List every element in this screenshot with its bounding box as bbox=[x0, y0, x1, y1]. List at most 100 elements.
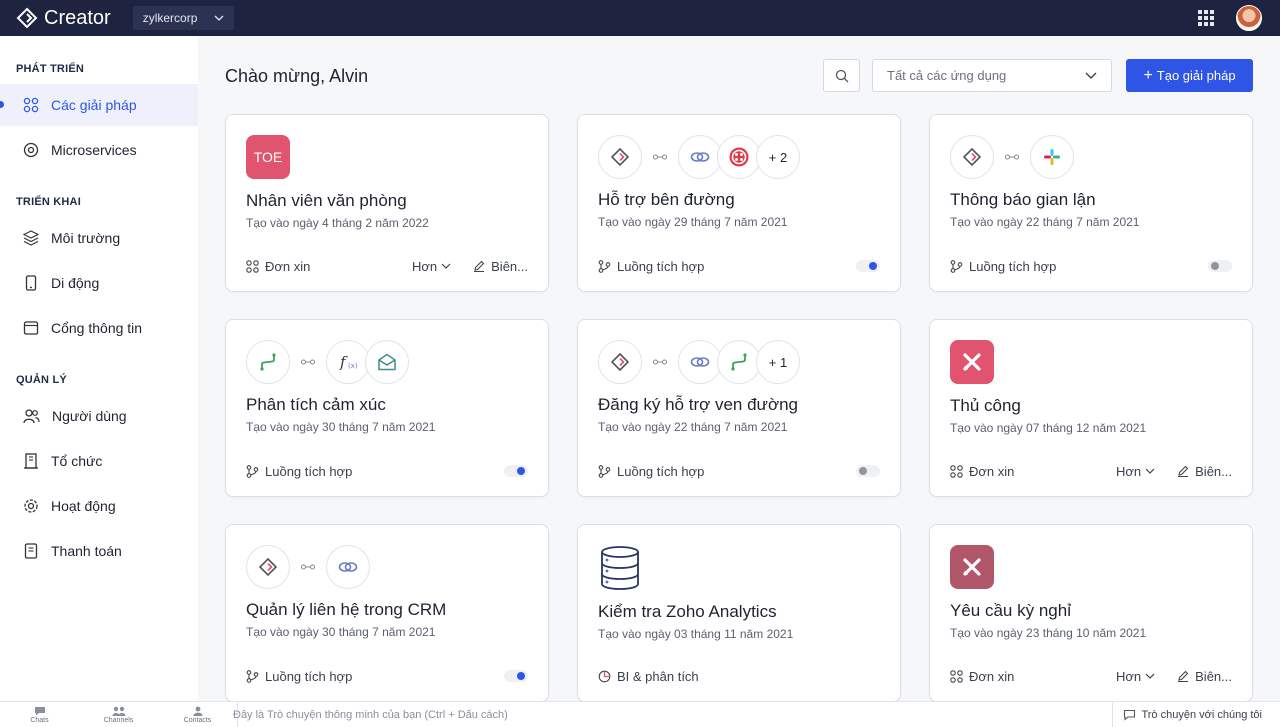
create-solution-label: Tạo giải pháp bbox=[1156, 68, 1236, 83]
sidebar-item-environment[interactable]: Môi trường bbox=[0, 217, 198, 259]
sidebar-item-users[interactable]: Người dùng bbox=[0, 395, 198, 437]
create-solution-button[interactable]: + Tạo giải pháp bbox=[1126, 59, 1253, 92]
sidebar-item-label: Microservices bbox=[51, 142, 137, 158]
more-button[interactable]: Hơn bbox=[412, 259, 451, 274]
creator-app-icon bbox=[598, 340, 642, 384]
edit-button[interactable]: Biên... bbox=[1177, 669, 1232, 684]
solution-card[interactable]: Kiểm tra Zoho Analytics Tạo vào ngày 03 … bbox=[577, 524, 901, 702]
chevron-down-icon bbox=[1145, 673, 1155, 679]
more-apps-count: + 2 bbox=[756, 135, 800, 179]
function-icon: f (x) bbox=[326, 340, 370, 384]
more-button[interactable]: Hơn bbox=[1116, 464, 1155, 479]
sidebar-item-mobile[interactable]: Di động bbox=[0, 262, 198, 304]
organization-icon bbox=[24, 453, 38, 469]
chat-icon bbox=[1124, 709, 1136, 721]
creator-app-icon bbox=[950, 135, 994, 179]
apps-grid-icon[interactable] bbox=[1198, 10, 1214, 26]
app-logo[interactable]: Creator bbox=[16, 7, 111, 30]
card-title: Hỗ trợ bên đường bbox=[598, 190, 735, 209]
channels-icon bbox=[112, 706, 125, 716]
sidebar-item-microservices[interactable]: Microservices bbox=[0, 129, 198, 171]
flow-icon bbox=[598, 259, 611, 273]
more-button[interactable]: Hơn bbox=[1116, 669, 1155, 684]
flow-route-icon bbox=[246, 340, 290, 384]
pencil-icon bbox=[1178, 465, 1189, 477]
sidebar-item-billing[interactable]: Thanh toán bbox=[0, 530, 198, 572]
contacts-button[interactable]: Contacts bbox=[158, 706, 237, 724]
tile-text: TOE bbox=[253, 149, 283, 165]
sidebar-item-organization[interactable]: Tổ chức bbox=[0, 440, 198, 482]
solution-card[interactable]: TOE Nhân viên văn phòng Tạo vào ngày 4 t… bbox=[225, 114, 549, 292]
card-type-label: Đơn xin bbox=[969, 668, 1015, 684]
environment-icon bbox=[23, 230, 39, 246]
integration-icon bbox=[326, 545, 370, 589]
chats-button[interactable]: Chats bbox=[0, 706, 79, 724]
contacts-label: Contacts bbox=[183, 716, 212, 724]
solution-card[interactable]: Thủ công Tạo vào ngày 07 tháng 12 năm 20… bbox=[929, 319, 1253, 497]
contact-icon bbox=[193, 706, 202, 716]
edit-button[interactable]: Biên... bbox=[1177, 464, 1232, 479]
pencil-icon bbox=[1178, 670, 1189, 682]
solution-card[interactable]: Yêu cầu kỳ nghỉ Tạo vào ngày 23 tháng 10… bbox=[929, 524, 1253, 702]
sidebar-item-label: Người dùng bbox=[52, 408, 127, 424]
sidebar-item-solutions[interactable]: Các giải pháp bbox=[0, 84, 198, 126]
app-filter-select[interactable]: Tất cả các ứng dụng bbox=[872, 59, 1112, 92]
sidebar-item-label: Môi trường bbox=[51, 230, 121, 246]
edit-label: Biên... bbox=[1195, 463, 1232, 479]
sidebar-item-portal[interactable]: Cổng thông tin bbox=[0, 307, 198, 349]
status-toggle[interactable] bbox=[504, 465, 528, 477]
pencil-icon bbox=[474, 260, 485, 272]
solution-card[interactable]: + 1 Đăng ký hỗ trợ ven đường Tạo vào ngà… bbox=[577, 319, 901, 497]
app-tile-icon: TOE bbox=[246, 135, 290, 179]
section-title-develop: PHÁT TRIỂN bbox=[16, 63, 84, 75]
link-connector-icon bbox=[645, 154, 675, 160]
card-title: Thủ công bbox=[950, 396, 1021, 415]
card-date: Tạo vào ngày 22 tháng 7 năm 2021 bbox=[598, 420, 788, 434]
user-avatar[interactable] bbox=[1236, 5, 1262, 31]
smart-chat-input[interactable]: Đây là Trò chuyện thông minh của bạn (Ct… bbox=[233, 701, 1097, 727]
edit-button[interactable]: Biên... bbox=[473, 259, 528, 274]
status-toggle[interactable] bbox=[1208, 260, 1232, 272]
svg-text:(x): (x) bbox=[348, 362, 358, 370]
slack-icon bbox=[1030, 135, 1074, 179]
org-name: zylkercorp bbox=[142, 11, 198, 25]
card-title: Thông báo gian lận bbox=[950, 190, 1096, 209]
chevron-down-icon bbox=[441, 263, 451, 269]
flow-icon bbox=[598, 464, 611, 478]
card-type-label: Luồng tích hợp bbox=[265, 463, 353, 479]
more-label: Hơn bbox=[1115, 668, 1142, 684]
sidebar-item-operations[interactable]: Hoạt động bbox=[0, 485, 198, 527]
card-type-label: Luồng tích hợp bbox=[617, 258, 705, 274]
microservices-icon bbox=[23, 142, 39, 158]
link-connector-icon bbox=[645, 359, 675, 365]
card-type-label: Luồng tích hợp bbox=[617, 463, 705, 479]
org-selector[interactable]: zylkercorp bbox=[132, 6, 234, 30]
more-label: Hơn bbox=[1115, 463, 1142, 479]
card-date: Tạo vào ngày 29 tháng 7 năm 2021 bbox=[598, 215, 788, 229]
status-toggle[interactable] bbox=[856, 465, 880, 477]
solution-card[interactable]: f (x) Phân tích cảm xúc Tạo vào ngày 30 t… bbox=[225, 319, 549, 497]
status-toggle[interactable] bbox=[856, 260, 880, 272]
chat-with-us-button[interactable]: Trò chuyện với chúng tôi bbox=[1112, 701, 1262, 727]
active-indicator bbox=[0, 101, 4, 108]
section-title-manage: QUẢN LÝ bbox=[16, 374, 67, 386]
status-toggle[interactable] bbox=[504, 670, 528, 682]
search-button[interactable] bbox=[823, 59, 860, 92]
sidebar-item-label: Hoạt động bbox=[51, 498, 116, 514]
card-date: Tạo vào ngày 03 tháng 11 năm 2021 bbox=[598, 627, 794, 641]
more-apps-count: + 1 bbox=[756, 340, 800, 384]
solution-card[interactable]: Quản lý liên hệ trong CRM Tạo vào ngày 3… bbox=[225, 524, 549, 702]
chats-label: Chats bbox=[30, 716, 49, 724]
top-bar: Creator zylkercorp bbox=[0, 0, 1280, 36]
channels-button[interactable]: Channels bbox=[79, 706, 158, 724]
flow-route-icon bbox=[717, 340, 761, 384]
solution-card[interactable]: Thông báo gian lận Tạo vào ngày 22 tháng… bbox=[929, 114, 1253, 292]
solution-card[interactable]: + 2 Hỗ trợ bên đường Tạo vào ngày 29 thá… bbox=[577, 114, 901, 292]
card-title: Phân tích cảm xúc bbox=[246, 395, 386, 414]
mobile-icon bbox=[25, 275, 37, 291]
bottom-bar: Chats Channels Contacts Đây là Trò chuyệ… bbox=[0, 701, 1280, 727]
users-icon bbox=[23, 409, 40, 424]
chevron-down-icon bbox=[1085, 72, 1097, 79]
app-filter-value: Tất cả các ứng dụng bbox=[887, 68, 1007, 83]
card-title: Nhân viên văn phòng bbox=[246, 191, 407, 210]
